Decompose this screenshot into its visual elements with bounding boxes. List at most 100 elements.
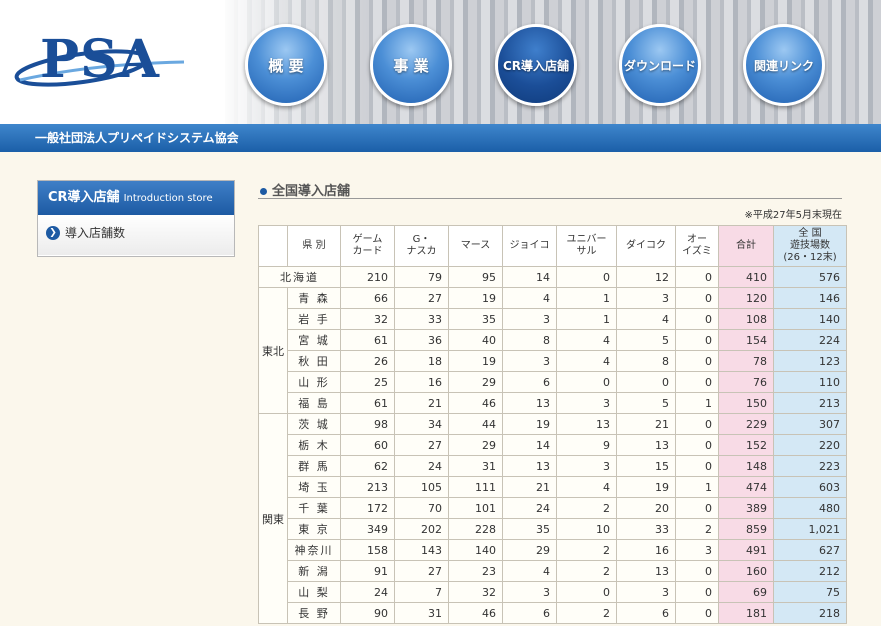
value-cell: 0 — [675, 455, 719, 477]
prefecture-cell: 東 京 — [287, 518, 341, 540]
column-header: 県 別 — [287, 225, 341, 267]
prefecture-cell: 群 馬 — [287, 455, 341, 477]
national-count-cell: 223 — [773, 455, 847, 477]
total-cell: 152 — [718, 434, 774, 456]
value-cell: 10 — [556, 518, 617, 540]
value-cell: 35 — [502, 518, 557, 540]
total-cell: 76 — [718, 371, 774, 393]
table-row: 福 島 61 21 46 13 3 5 1 150 213 — [259, 392, 847, 414]
nav-download-button[interactable]: ダウンロード — [619, 24, 701, 106]
national-count-cell: 212 — [773, 560, 847, 582]
value-cell: 18 — [394, 350, 449, 372]
value-cell: 29 — [448, 371, 503, 393]
value-cell: 2 — [556, 497, 617, 519]
value-cell: 13 — [616, 434, 676, 456]
prefecture-cell: 新 潟 — [287, 560, 341, 582]
national-count-cell: 480 — [773, 497, 847, 519]
section-title-text: 全国導入店舗 — [272, 184, 351, 199]
value-cell: 33 — [394, 308, 449, 330]
national-count-cell: 576 — [773, 266, 847, 288]
nav-overview-button[interactable]: 概 要 — [245, 24, 327, 106]
value-cell: 213 — [340, 476, 395, 498]
table-row: 東北青 森 66 27 19 4 1 3 0 120 146 — [258, 287, 847, 414]
value-cell: 0 — [675, 581, 719, 603]
value-cell: 12 — [616, 266, 676, 288]
prefecture-cell: 北海道 — [258, 266, 341, 288]
value-cell: 29 — [502, 539, 557, 561]
value-cell: 15 — [616, 455, 676, 477]
value-cell: 13 — [502, 455, 557, 477]
value-cell: 202 — [394, 518, 449, 540]
sidebar-item-store-count[interactable]: ❯ 導入店舗数 — [38, 215, 234, 255]
table-row: 宮 城 61 36 40 8 4 5 0 154 224 — [259, 329, 847, 351]
value-cell: 7 — [394, 581, 449, 603]
value-cell: 66 — [340, 287, 395, 309]
prefecture-cell: 埼 玉 — [287, 476, 341, 498]
value-cell: 90 — [340, 602, 395, 624]
org-name-bar: 一般社団法人プリペイドシステム協会 — [0, 124, 881, 152]
value-cell: 24 — [340, 581, 395, 603]
prefecture-cell: 栃 木 — [287, 434, 341, 456]
total-cell: 150 — [718, 392, 774, 414]
table-row: 栃 木 60 27 29 14 9 13 0 152 220 — [259, 434, 847, 456]
value-cell: 32 — [448, 581, 503, 603]
value-cell: 143 — [394, 539, 449, 561]
value-cell: 24 — [502, 497, 557, 519]
psa-logo[interactable]: PSA — [12, 28, 192, 98]
value-cell: 19 — [502, 413, 557, 435]
nav-business-button[interactable]: 事 業 — [370, 24, 452, 106]
total-cell: 78 — [718, 350, 774, 372]
national-count-cell: 627 — [773, 539, 847, 561]
region-cell: 関東 — [258, 413, 288, 624]
value-cell: 0 — [556, 371, 617, 393]
value-cell: 98 — [340, 413, 395, 435]
value-cell: 60 — [340, 434, 395, 456]
value-cell: 8 — [616, 350, 676, 372]
value-cell: 2 — [675, 518, 719, 540]
value-cell: 19 — [448, 287, 503, 309]
value-cell: 4 — [616, 308, 676, 330]
value-cell: 21 — [616, 413, 676, 435]
total-cell: 859 — [718, 518, 774, 540]
sidebar-heading: CR導入店舗 Introduction store — [38, 181, 234, 215]
value-cell: 6 — [502, 602, 557, 624]
column-header: ダイコク — [616, 225, 676, 267]
nav-links-button[interactable]: 関連リンク — [743, 24, 825, 106]
value-cell: 31 — [448, 455, 503, 477]
table-row: 埼 玉 213 105 111 21 4 19 1 474 603 — [259, 476, 847, 498]
value-cell: 4 — [502, 287, 557, 309]
value-cell: 44 — [448, 413, 503, 435]
prefecture-cell: 福 島 — [287, 392, 341, 414]
value-cell: 0 — [675, 287, 719, 309]
value-cell: 111 — [448, 476, 503, 498]
prefecture-cell: 茨 城 — [287, 413, 341, 435]
region-header — [258, 225, 288, 267]
value-cell: 21 — [394, 392, 449, 414]
logo-text: PSA — [40, 29, 160, 90]
value-cell: 61 — [340, 392, 395, 414]
value-cell: 1 — [556, 287, 617, 309]
total-cell: 410 — [718, 266, 774, 288]
value-cell: 16 — [616, 539, 676, 561]
value-cell: 19 — [448, 350, 503, 372]
value-cell: 31 — [394, 602, 449, 624]
section-title: 全国導入店舗 — [258, 180, 842, 199]
value-cell: 105 — [394, 476, 449, 498]
total-cell: 69 — [718, 581, 774, 603]
table-row: 山 梨 24 7 32 3 0 3 0 69 75 — [259, 581, 847, 603]
national-count-cell: 307 — [773, 413, 847, 435]
value-cell: 101 — [448, 497, 503, 519]
value-cell: 70 — [394, 497, 449, 519]
column-header: 全 国 遊技場数 (26・12末) — [773, 225, 847, 267]
value-cell: 8 — [502, 329, 557, 351]
nav-cr-stores-button[interactable]: CR導入店舗 — [495, 24, 577, 106]
value-cell: 46 — [448, 602, 503, 624]
prefecture-cell: 山 梨 — [287, 581, 341, 603]
sidebar: CR導入店舗 Introduction store ❯ 導入店舗数 — [37, 180, 235, 257]
total-cell: 120 — [718, 287, 774, 309]
national-count-cell: 110 — [773, 371, 847, 393]
national-count-cell: 220 — [773, 434, 847, 456]
value-cell: 2 — [556, 560, 617, 582]
prefecture-cell: 宮 城 — [287, 329, 341, 351]
total-cell: 108 — [718, 308, 774, 330]
